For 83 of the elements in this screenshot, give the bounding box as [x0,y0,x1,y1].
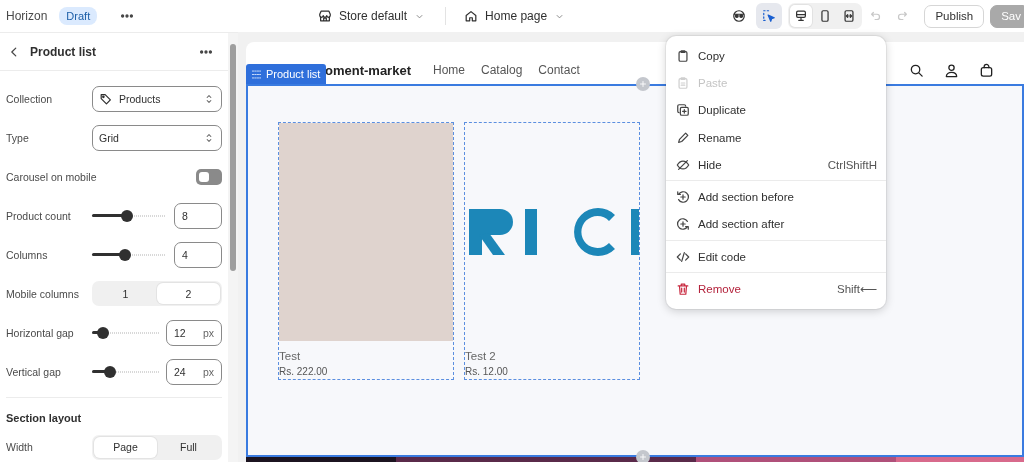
scrollbar[interactable] [228,33,238,462]
product-price: Rs. 12.00 [465,366,509,377]
setting-label: Mobile columns [6,287,80,300]
segment-option[interactable]: Page [94,436,157,458]
menu-item[interactable]: Edit code [666,243,886,271]
menu-item[interactable]: Add section after [666,210,886,239]
product-name: Test [279,350,302,362]
segment-option[interactable]: 1 [94,283,157,304]
setting-label: Product count [6,209,72,222]
segment-option[interactable]: Full [157,436,220,458]
redo-icon [895,9,910,23]
pencil-icon [676,130,690,145]
code-icon [676,249,690,264]
glasses-icon [732,9,747,23]
panel-title: Product list [30,44,97,59]
product-card[interactable]: Test Rs. 222.00 [278,122,454,380]
updown-icon [203,92,215,105]
setting-label: Carousel on mobile [6,170,98,183]
add-after-icon [676,217,690,232]
store-selector[interactable]: Store default [312,5,432,27]
slider-thumb[interactable] [120,209,133,222]
add-before-icon [676,190,690,205]
select-field[interactable]: Products [92,85,222,112]
product-card[interactable]: Test 2 Rs. 12.00 [464,122,640,380]
setting-label: Collection [6,92,54,105]
slider-thumb[interactable] [96,326,109,339]
page-selector[interactable]: Home page [458,5,572,27]
section-tag[interactable]: Product list [246,64,327,84]
nav-link[interactable]: Contact [538,63,580,77]
slider-thumb[interactable] [103,365,116,378]
number-field[interactable]: 12 px [166,319,222,346]
nav-link[interactable]: Home [432,63,465,77]
account-icon [944,62,959,78]
desktop-icon [794,9,809,23]
menu-item[interactable]: Hide CtrlShiftH [666,151,886,179]
inspector-button[interactable] [756,3,783,29]
setting-label: Horizontal gap [6,326,75,339]
unit-label: px [202,326,214,339]
status-badge: Draft [59,7,98,25]
menu-item[interactable]: Duplicate [666,96,886,124]
search-icon [909,62,924,78]
shortcut-text: CtrlShiftH [827,158,877,171]
product-price: Rs. 222.00 [279,366,329,377]
shortcut-text: Shift⟵ [837,282,877,296]
menu-item[interactable]: Add section before [666,183,886,211]
store-name: oment-market [325,62,411,78]
duplicate-icon [676,103,690,118]
view-mode-button[interactable] [790,5,813,27]
section-heading: Section layout [6,397,222,429]
setting-label: Width [6,441,34,453]
unit-label: px [202,365,214,378]
select-field[interactable]: Grid [92,124,222,151]
nav-link[interactable]: Catalog [481,63,523,77]
menu-item[interactable]: Rename [666,123,886,152]
toggle-switch[interactable] [196,168,222,185]
product-name: Test 2 [465,350,497,362]
bag-icon [979,62,994,78]
number-field[interactable]: 24 px [166,358,222,385]
eye-off-icon [676,157,690,172]
plus-icon [638,79,648,89]
segment-option[interactable]: 2 [157,283,220,304]
number-field[interactable]: 4 [174,241,222,268]
cursor-select-icon [762,9,777,23]
section-icon [251,68,262,80]
add-section-button[interactable] [636,450,650,462]
publish-button[interactable]: Publish [924,4,985,28]
tag-icon [99,91,113,106]
store-icon [318,9,332,23]
plus-icon [638,452,648,462]
clipboard-icon [676,75,690,90]
menu-item[interactable]: Copy [666,42,886,70]
setting-label: Type [6,131,30,144]
menu-item[interactable]: Remove Shift⟵ [666,275,886,303]
home-icon [464,9,479,23]
clipboard-icon [676,48,690,63]
trash-icon [676,282,690,296]
updown-icon [203,131,215,144]
expand-width-icon [842,9,857,23]
slider-thumb[interactable] [119,248,132,261]
number-field[interactable]: 8 [174,202,222,229]
setting-label: Vertical gap [6,365,62,378]
theme-name: Horizon [6,9,48,23]
setting-label: Columns [6,248,49,261]
